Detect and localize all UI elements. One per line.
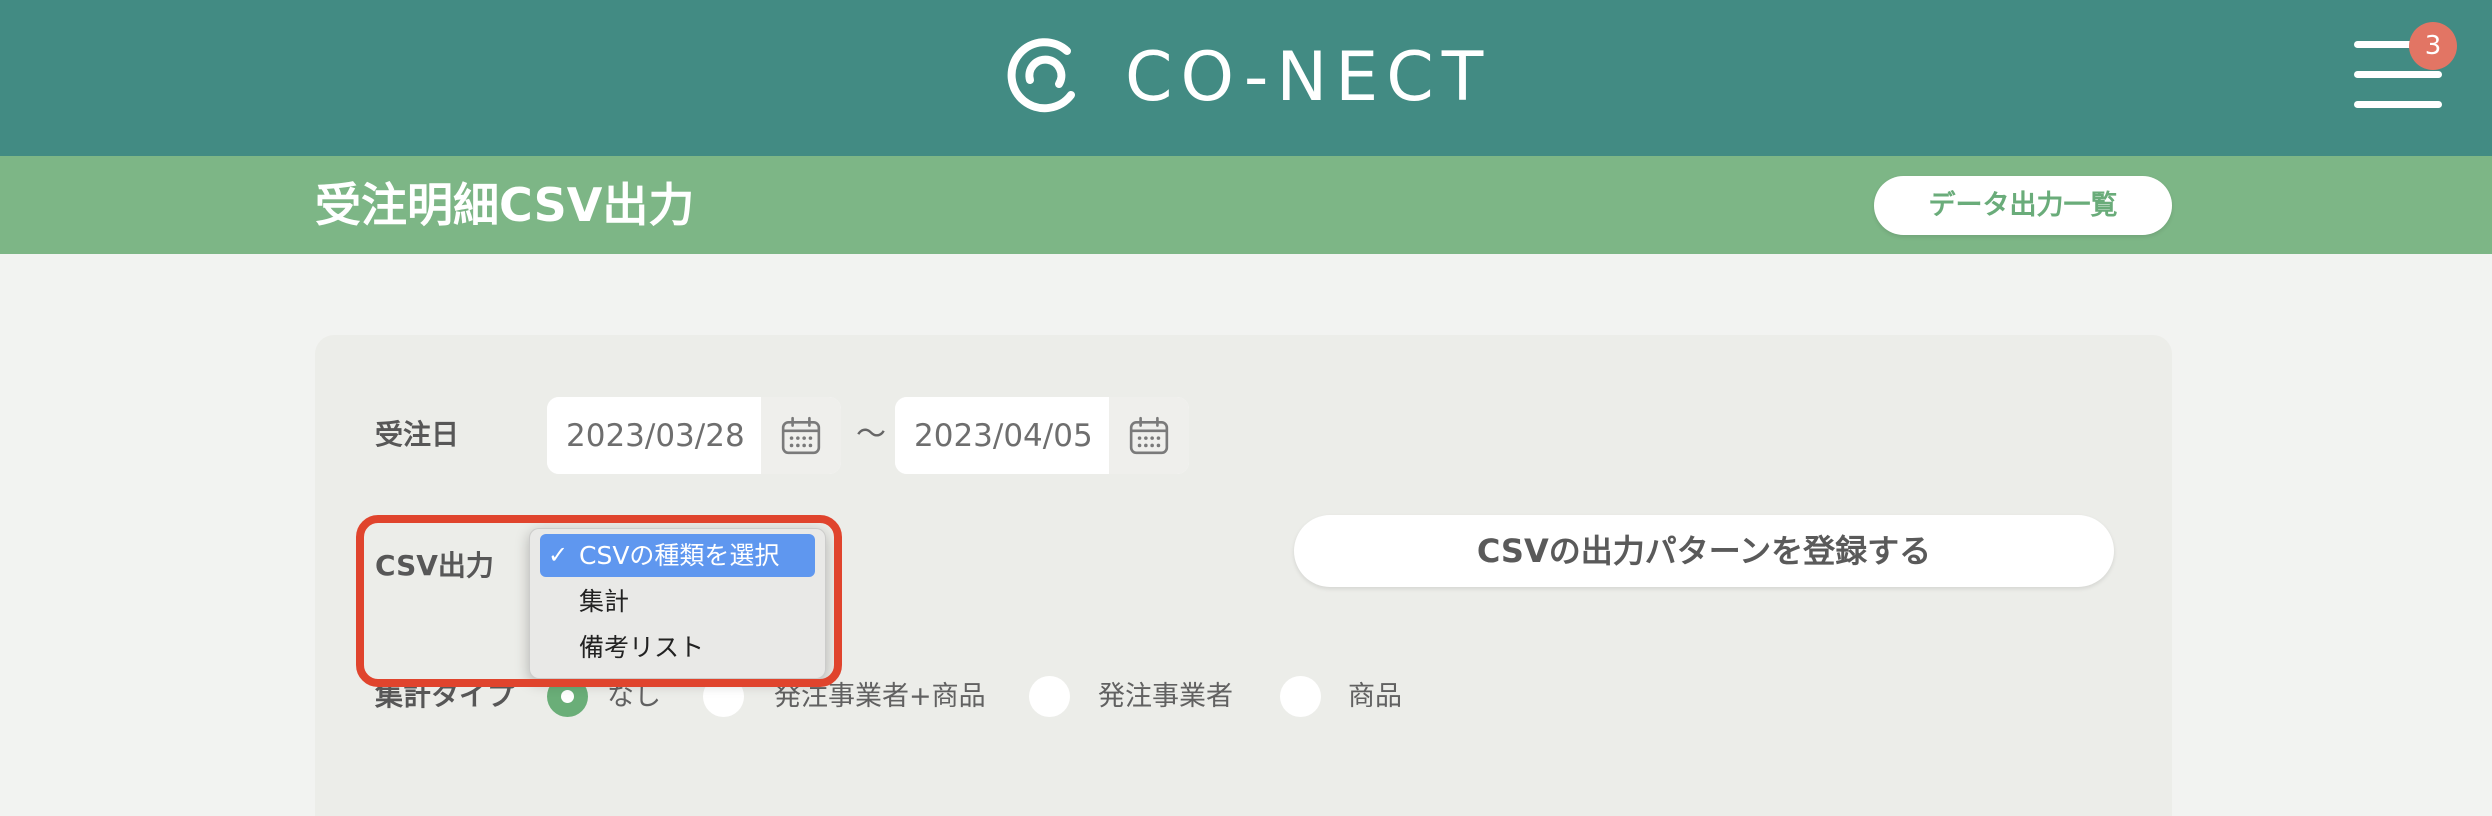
- order-date-to-calendar-button[interactable]: [1109, 397, 1189, 474]
- register-csv-pattern-button[interactable]: CSVの出力パターンを登録する: [1294, 515, 2114, 587]
- order-date-from-input[interactable]: [547, 397, 761, 474]
- aggregate-type-label-none[interactable]: なし: [607, 676, 661, 717]
- aggregate-type-label: 集計タイプ: [375, 679, 516, 712]
- csv-type-dropdown-menu: ✓ CSVの種類を選択 集計 備考リスト: [529, 528, 826, 679]
- notification-badge: 3: [2409, 22, 2457, 70]
- csv-option-label: 備考リスト: [579, 633, 705, 662]
- radio-selected-dot: [561, 690, 574, 703]
- csv-option-remarks-list[interactable]: 備考リスト: [540, 626, 815, 669]
- aggregate-type-label-product[interactable]: 商品: [1348, 676, 1402, 717]
- order-date-to-input[interactable]: [895, 397, 1109, 474]
- csv-option-label: 集計: [579, 587, 630, 616]
- top-header: CO-NECT 3: [0, 0, 2492, 156]
- calendar-icon: [781, 416, 821, 454]
- order-date-from-calendar-button[interactable]: [761, 397, 841, 474]
- csv-export-form-card: 受注日 〜: [315, 335, 2172, 816]
- aggregate-type-radio-orderer[interactable]: [1029, 676, 1070, 717]
- csv-option-select-type[interactable]: ✓ CSVの種類を選択: [540, 534, 815, 577]
- menu-bar: [2354, 71, 2442, 78]
- aggregate-type-radio-orderer-product[interactable]: [703, 676, 744, 717]
- page-title: 受注明細CSV出力: [315, 178, 695, 232]
- page-header-bar: 受注明細CSV出力 データ出力一覧: [0, 156, 2492, 254]
- csv-option-label: CSVの種類を選択: [579, 541, 780, 570]
- calendar-icon: [1129, 416, 1169, 454]
- order-date-to-group: [895, 397, 1189, 474]
- menu-bar: [2354, 101, 2442, 108]
- date-range-separator: 〜: [856, 417, 886, 452]
- aggregate-type-radio-product[interactable]: [1280, 676, 1321, 717]
- aggregate-type-radio-none[interactable]: [547, 676, 588, 717]
- conect-logo-icon[interactable]: [1004, 34, 1086, 116]
- checkmark-icon: ✓: [548, 541, 569, 569]
- csv-output-label: CSV出力: [375, 549, 494, 582]
- csv-option-aggregate[interactable]: 集計: [540, 580, 815, 623]
- brand-name[interactable]: CO-NECT: [1125, 0, 1491, 156]
- order-date-from-group: [547, 397, 841, 474]
- data-output-list-button[interactable]: データ出力一覧: [1874, 176, 2172, 235]
- aggregate-type-label-orderer[interactable]: 発注事業者: [1098, 676, 1233, 717]
- order-date-label: 受注日: [375, 418, 460, 451]
- aggregate-type-label-orderer-product[interactable]: 発注事業者+商品: [774, 676, 986, 717]
